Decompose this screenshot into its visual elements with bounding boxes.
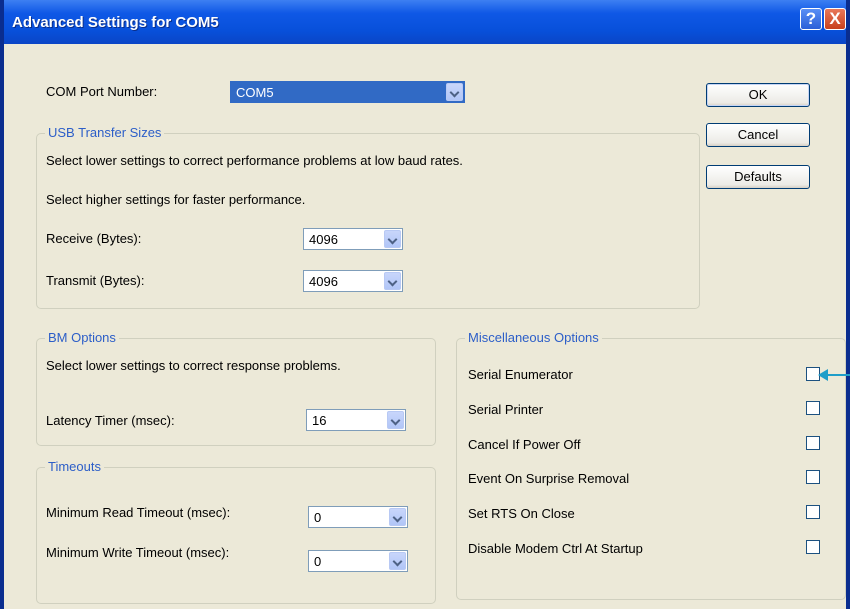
title-bar[interactable]: Advanced Settings for COM5 ? X bbox=[4, 0, 846, 44]
ok-button[interactable]: OK bbox=[706, 83, 810, 107]
usb-desc-higher: Select higher settings for faster perfor… bbox=[46, 192, 306, 207]
chevron-down-icon[interactable] bbox=[389, 552, 406, 570]
option-label-serial-printer: Serial Printer bbox=[468, 402, 544, 417]
write-timeout-value: 0 bbox=[314, 554, 322, 569]
transmit-select[interactable]: 4096 bbox=[303, 270, 403, 292]
read-timeout-value: 0 bbox=[314, 510, 322, 525]
set-rts-on-close-checkbox[interactable] bbox=[806, 505, 820, 519]
com-port-label: COM Port Number: bbox=[46, 84, 158, 99]
arrow-left-icon bbox=[818, 369, 828, 381]
defaults-button[interactable]: Defaults bbox=[706, 165, 810, 189]
latency-value: 16 bbox=[312, 413, 327, 428]
annotation-arrow-line bbox=[826, 374, 850, 376]
chevron-down-icon[interactable] bbox=[387, 411, 404, 429]
read-timeout-select[interactable]: 0 bbox=[308, 506, 408, 528]
timeouts-legend: Timeouts bbox=[45, 459, 104, 474]
transmit-label: Transmit (Bytes): bbox=[46, 273, 145, 288]
close-button[interactable]: X bbox=[824, 8, 846, 30]
chevron-down-icon[interactable] bbox=[384, 230, 401, 248]
receive-label: Receive (Bytes): bbox=[46, 231, 142, 246]
help-button[interactable]: ? bbox=[800, 8, 822, 30]
cancel-if-power-off-checkbox[interactable] bbox=[806, 436, 820, 450]
option-label-disable-modem-ctrl: Disable Modem Ctrl At Startup bbox=[468, 541, 643, 556]
write-timeout-label: Minimum Write Timeout (msec): bbox=[46, 545, 230, 560]
disable-modem-ctrl-checkbox[interactable] bbox=[806, 540, 820, 554]
window-title: Advanced Settings for COM5 bbox=[12, 14, 219, 31]
receive-select[interactable]: 4096 bbox=[303, 228, 403, 250]
receive-value: 4096 bbox=[309, 232, 338, 247]
option-label-set-rts-on-close: Set RTS On Close bbox=[468, 506, 575, 521]
write-timeout-select[interactable]: 0 bbox=[308, 550, 408, 572]
usb-desc-lower: Select lower settings to correct perform… bbox=[46, 153, 463, 168]
option-label-serial-enumerator: Serial Enumerator bbox=[468, 367, 573, 382]
chevron-down-icon[interactable] bbox=[446, 83, 463, 101]
latency-select[interactable]: 16 bbox=[306, 409, 406, 431]
latency-label: Latency Timer (msec): bbox=[46, 413, 175, 428]
transmit-value: 4096 bbox=[309, 274, 338, 289]
com-port-select[interactable]: COM5 bbox=[230, 81, 465, 103]
option-label-cancel-if-power-off: Cancel If Power Off bbox=[468, 437, 581, 452]
dialog-window: Advanced Settings for COM5 ? X COM Port … bbox=[0, 0, 850, 609]
read-timeout-label: Minimum Read Timeout (msec): bbox=[46, 505, 231, 520]
chevron-down-icon[interactable] bbox=[384, 272, 401, 290]
usb-transfer-legend: USB Transfer Sizes bbox=[45, 125, 165, 140]
timeouts-group: Timeouts bbox=[36, 459, 436, 604]
cancel-button[interactable]: Cancel bbox=[706, 123, 810, 147]
bm-options-legend: BM Options bbox=[45, 330, 119, 345]
option-label-event-on-surprise-removal: Event On Surprise Removal bbox=[468, 471, 630, 486]
bm-desc: Select lower settings to correct respons… bbox=[46, 358, 341, 373]
com-port-value: COM5 bbox=[236, 85, 274, 100]
chevron-down-icon[interactable] bbox=[389, 508, 406, 526]
event-on-surprise-removal-checkbox[interactable] bbox=[806, 470, 820, 484]
serial-printer-checkbox[interactable] bbox=[806, 401, 820, 415]
misc-options-legend: Miscellaneous Options bbox=[465, 330, 602, 345]
